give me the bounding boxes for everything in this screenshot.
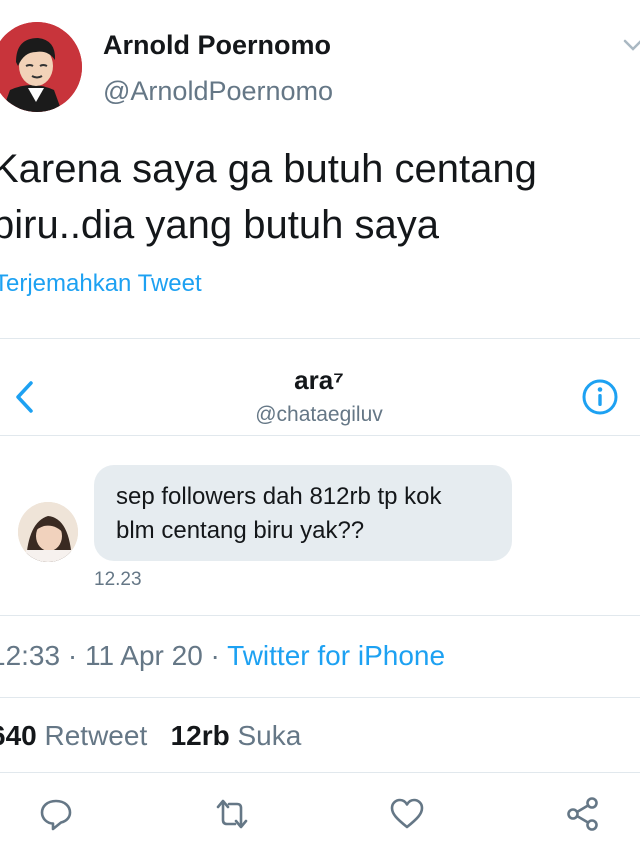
divider xyxy=(0,772,640,773)
translate-tweet-link[interactable]: Terjemahkan Tweet xyxy=(0,270,202,298)
dm-message-time: 12.23 xyxy=(94,569,142,590)
tweet-meta: 12:33 · 11 Apr 20 · Twitter for iPhone xyxy=(0,640,445,672)
tweet-stats: 640 Retweet 12rb Suka xyxy=(0,720,301,752)
dm-message-line-2: blm centang biru yak?? xyxy=(116,517,365,544)
retweet-icon[interactable] xyxy=(214,796,250,832)
avatar-illustration-icon xyxy=(0,22,82,112)
tweet-date: 11 Apr 20 xyxy=(84,640,203,671)
meta-separator-1: · xyxy=(60,640,85,671)
reply-icon[interactable] xyxy=(38,796,74,832)
dm-contact-handle: @chataegiluv xyxy=(255,403,383,426)
info-icon xyxy=(580,377,620,417)
like-stat[interactable]: 12rb Suka xyxy=(171,720,302,751)
retweet-label: Retweet xyxy=(44,720,148,751)
dm-contact-name: ara⁷ xyxy=(294,365,344,395)
meta-separator-2: · xyxy=(202,640,228,671)
author-avatar[interactable] xyxy=(0,22,82,112)
like-label: Suka xyxy=(237,720,302,751)
like-count: 12rb xyxy=(170,720,230,751)
dm-message-bubble: sep followers dah 812rb tp kok blm centa… xyxy=(94,465,512,561)
tweet-text-line-2: biru..dia yang butuh saya xyxy=(0,203,439,247)
divider xyxy=(0,697,640,698)
chevron-down-icon[interactable] xyxy=(622,34,640,56)
share-icon[interactable] xyxy=(565,796,601,832)
author-handle[interactable]: @ArnoldPoernomo xyxy=(103,76,333,107)
retweet-stat[interactable]: 640 Retweet xyxy=(0,720,147,751)
tweet-time: 12:33 xyxy=(0,640,61,671)
dm-header: ara⁷ @chataegiluv xyxy=(0,339,640,436)
like-heart-icon[interactable] xyxy=(389,796,425,832)
dm-contact-avatar xyxy=(18,502,78,562)
tweet-source-link[interactable]: Twitter for iPhone xyxy=(227,640,445,671)
dm-message-line-1: sep followers dah 812rb tp kok xyxy=(116,483,442,510)
retweet-count: 640 xyxy=(0,720,37,751)
tweet-text-line-1: Karena saya ga butuh centang xyxy=(0,147,537,191)
author-name[interactable]: Arnold Poernomo xyxy=(103,30,331,61)
dm-screenshot-image[interactable]: ara⁷ @chataegiluv sep followers dah 812r… xyxy=(0,338,640,616)
tweet-text: Karena saya ga butuh centang biru..dia y… xyxy=(0,141,537,253)
